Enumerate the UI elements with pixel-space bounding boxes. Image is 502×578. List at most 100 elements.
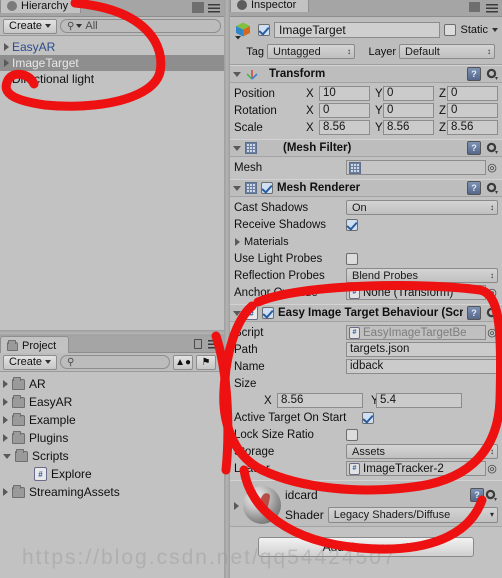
project-search-input[interactable]: ⚲ — [60, 355, 171, 369]
object-picker-button-anchor-override[interactable]: ◎ — [486, 286, 498, 299]
checkbox-use-light-probes[interactable] — [346, 252, 358, 265]
gear-icon[interactable] — [485, 141, 499, 155]
object-field-anchor-override[interactable]: # None (Transform) — [346, 285, 486, 300]
project-item-label: Plugins — [29, 431, 69, 445]
field-row-loader: Loader # ImageTracker-2 ◎ — [234, 460, 498, 477]
hierarchy-create-label: Create — [9, 19, 43, 32]
transform-x-input[interactable]: 10 — [319, 86, 370, 101]
component-header-mesh-renderer[interactable]: Mesh Renderer ? — [230, 179, 502, 197]
text-input-name[interactable]: idback — [346, 359, 498, 374]
easy-image-target-enabled-checkbox[interactable] — [262, 307, 274, 319]
foldout-chevron-icon[interactable] — [235, 237, 240, 246]
object-picker-button-script[interactable]: ◎ — [486, 326, 498, 339]
foldout-chevron-icon[interactable] — [3, 398, 8, 406]
foldout-chevron-icon[interactable] — [233, 310, 241, 316]
text-input-path[interactable]: targets.json — [346, 342, 498, 357]
mesh-object-field[interactable] — [346, 160, 486, 175]
static-dropdown-chevron-icon[interactable] — [492, 28, 498, 32]
foldout-chevron-icon[interactable] — [3, 380, 8, 388]
project-item-easyar[interactable]: EasyAR — [0, 393, 224, 411]
gear-icon[interactable] — [484, 488, 498, 502]
foldout-chevron-icon[interactable] — [3, 453, 11, 459]
project-item-example[interactable]: Example — [0, 411, 224, 429]
project-item-streamingassets[interactable]: StreamingAssets — [0, 483, 224, 501]
help-icon[interactable]: ? — [467, 141, 481, 155]
project-item-ar[interactable]: AR — [0, 375, 224, 393]
project-item-explore[interactable]: # Explore — [0, 465, 224, 483]
gear-icon[interactable] — [485, 67, 499, 81]
field-row-use-light-probes: Use Light Probes — [234, 250, 498, 267]
component-header-mesh-filter[interactable]: (Mesh Filter) ? — [230, 139, 502, 157]
mesh-object-picker-button[interactable]: ◎ — [486, 161, 498, 174]
project-create-button[interactable]: Create — [3, 354, 58, 370]
project-item-scripts[interactable]: Scripts — [0, 447, 224, 465]
size-x-input[interactable]: 8.56 — [277, 393, 363, 408]
transform-z-input[interactable]: 8.56 — [447, 120, 498, 135]
object-field-loader[interactable]: # ImageTracker-2 — [346, 461, 486, 476]
checkbox-receive-shadows[interactable] — [346, 218, 358, 231]
filter-by-label-button[interactable]: ⚑ — [196, 354, 217, 370]
foldout-chevron-icon[interactable] — [233, 71, 241, 77]
transform-y-input[interactable]: 8.56 — [383, 120, 434, 135]
hierarchy-search-input[interactable]: ⚲ All — [60, 19, 221, 33]
help-icon[interactable]: ? — [467, 181, 481, 195]
component-header-transform[interactable]: Transform ? — [230, 65, 502, 83]
component-header-easy-image-target[interactable]: # Easy Image Target Behaviour (Scr ? — [230, 304, 502, 322]
project-menu-icon[interactable] — [208, 340, 220, 349]
transform-z-input[interactable]: 0 — [447, 103, 498, 118]
tag-dropdown[interactable]: Untagged ↕ — [267, 44, 355, 59]
dropdown-storage[interactable]: Assets ↕ — [346, 444, 498, 459]
hierarchy-item-directional-light[interactable]: Directional light — [0, 71, 224, 87]
hierarchy-item-easyar[interactable]: EasyAR — [0, 39, 224, 55]
foldout-chevron-icon[interactable] — [3, 434, 8, 442]
object-field-script[interactable]: # EasyImageTargetBe — [346, 325, 486, 340]
gameobject-name-input[interactable]: ImageTarget — [274, 22, 441, 38]
hierarchy-create-button[interactable]: Create — [3, 18, 58, 34]
material-foldout-chevron-icon[interactable] — [234, 502, 239, 510]
foldout-chevron-icon[interactable] — [3, 488, 8, 496]
foldout-chevron-icon[interactable] — [3, 416, 8, 424]
hierarchy-item-imagetarget[interactable]: ImageTarget — [0, 55, 224, 71]
tab-hierarchy[interactable]: Hierarchy — [0, 0, 82, 13]
folder-icon — [12, 484, 25, 498]
mesh-renderer-enabled-checkbox[interactable] — [261, 182, 273, 194]
dropdown-reflection-probes[interactable]: Blend Probes ↕ — [346, 268, 498, 283]
filter-by-type-button[interactable]: ▲● — [173, 354, 194, 370]
transform-y-input[interactable]: 0 — [383, 103, 434, 118]
transform-icon — [245, 67, 259, 81]
gear-icon[interactable] — [485, 306, 499, 320]
transform-z-input[interactable]: 0 — [447, 86, 498, 101]
gear-svg — [486, 68, 498, 80]
foldout-chevron-icon[interactable] — [4, 59, 9, 67]
hierarchy-menu-icon[interactable] — [208, 4, 220, 13]
field-row-anchor-override: Anchor Override # None (Transform) ◎ — [234, 284, 498, 301]
transform-x-input[interactable]: 0 — [319, 103, 370, 118]
layer-dropdown[interactable]: Default ↕ — [399, 44, 495, 59]
transform-x-input[interactable]: 8.56 — [319, 120, 370, 135]
checkbox-lock-size-ratio[interactable] — [346, 428, 358, 441]
help-icon[interactable]: ? — [467, 67, 481, 81]
lock-icon[interactable] — [194, 339, 202, 349]
shader-dropdown[interactable]: Legacy Shaders/Diffuse ▾ — [327, 507, 498, 523]
foldout-chevron-icon[interactable] — [233, 185, 241, 191]
foldout-chevron-icon[interactable] — [233, 145, 241, 151]
tab-inspector[interactable]: Inspector — [230, 0, 310, 12]
foldout-chevron-icon[interactable] — [4, 43, 9, 51]
gameobject-active-checkbox[interactable] — [258, 24, 270, 36]
object-picker-button-loader[interactable]: ◎ — [486, 462, 498, 475]
gear-icon[interactable] — [485, 181, 499, 195]
component-title-mesh-renderer: Mesh Renderer — [277, 182, 361, 194]
object-type-icon: # — [349, 286, 360, 299]
dropdown-cast-shadows[interactable]: On ↕ — [346, 200, 498, 215]
static-checkbox[interactable] — [444, 24, 457, 36]
help-icon[interactable]: ? — [470, 488, 484, 502]
size-y-input[interactable]: 5.4 — [376, 393, 462, 408]
inspector-menu-icon[interactable] — [486, 4, 498, 13]
checkbox-active-target-on-start[interactable] — [362, 411, 374, 424]
transform-y-input[interactable]: 0 — [383, 86, 434, 101]
tab-project[interactable]: Project — [0, 336, 70, 353]
type-filter-icon: ▲● — [175, 356, 191, 368]
project-item-plugins[interactable]: Plugins — [0, 429, 224, 447]
add-component-button[interactable]: Add Component — [258, 537, 474, 557]
help-icon[interactable]: ? — [467, 306, 481, 320]
